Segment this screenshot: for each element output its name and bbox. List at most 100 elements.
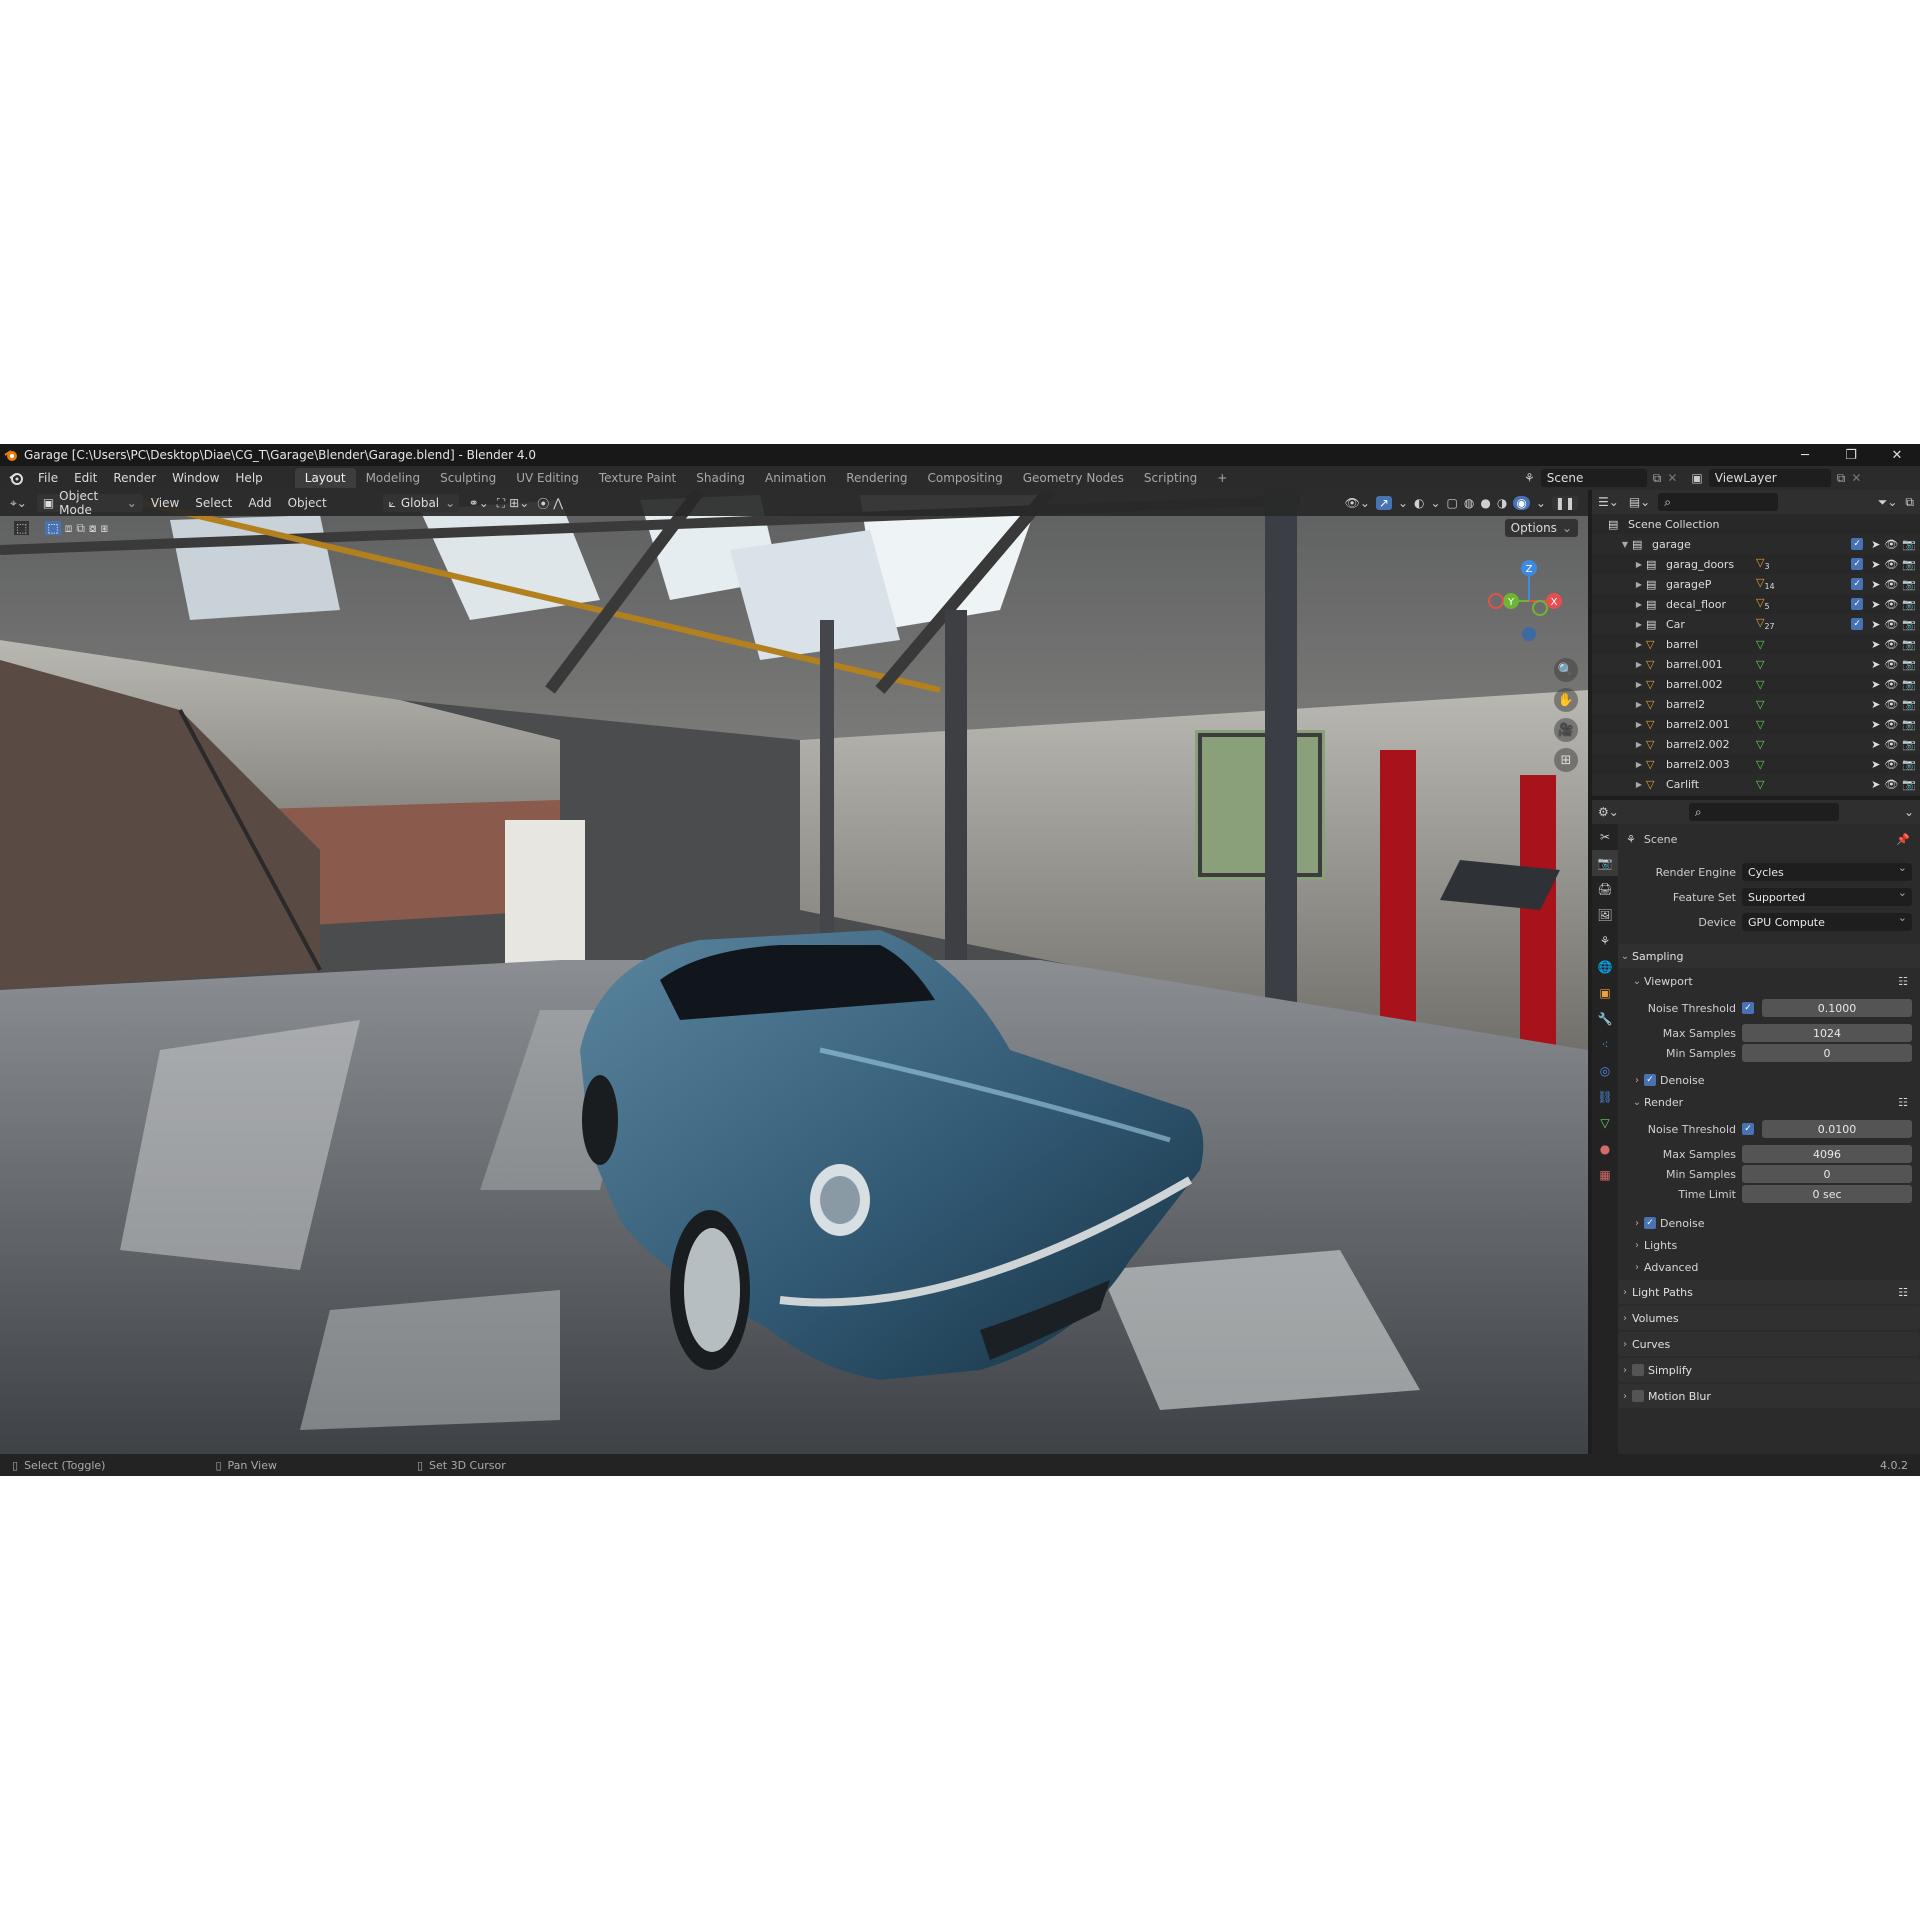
simplify-section[interactable]: › Simplify <box>1618 1358 1920 1382</box>
viewlayer-icon[interactable]: ▣ <box>1691 471 1702 485</box>
expand-arrow-icon[interactable]: ▶ <box>1632 760 1646 769</box>
tab-texture-paint[interactable]: Texture Paint <box>589 468 686 488</box>
viewport-menu-select[interactable]: Select <box>187 496 240 510</box>
render-camera-icon[interactable]: 📷 <box>1902 558 1916 571</box>
scene-icon[interactable]: ⚘ <box>1524 471 1535 485</box>
tab-rendering[interactable]: Rendering <box>836 468 917 488</box>
outliner-item-row[interactable]: ▶ ▽ barrel ▽ ➤ 👁 📷 <box>1592 634 1920 654</box>
chevron-down-icon[interactable]: ⌄ <box>1904 805 1914 819</box>
data-tab-icon[interactable]: ▽ <box>1592 1110 1618 1136</box>
select-tool-icon[interactable]: ⬚ <box>14 521 30 535</box>
feature-set-dropdown[interactable]: Supported <box>1742 886 1912 906</box>
modifier-tab-icon[interactable]: 🔧 <box>1592 1006 1618 1032</box>
expand-arrow-icon[interactable]: ▶ <box>1632 620 1646 629</box>
render-camera-icon[interactable]: 📷 <box>1902 638 1916 651</box>
menu-file[interactable]: File <box>30 471 66 485</box>
wireframe-shading-icon[interactable]: ◍ <box>1464 496 1474 510</box>
mesh-data-icon[interactable]: ▽ <box>1756 638 1764 651</box>
pan-hand-icon[interactable]: ✋ <box>1554 688 1578 712</box>
add-workspace-button[interactable]: + <box>1207 468 1237 488</box>
select-arrow-icon[interactable]: ➤ <box>1871 758 1880 771</box>
render-engine-dropdown[interactable]: Cycles <box>1742 861 1912 881</box>
expand-arrow-icon[interactable]: ▶ <box>1632 780 1646 789</box>
zoom-icon[interactable]: 🔍 <box>1554 658 1578 682</box>
select-new-icon[interactable]: ⬚ <box>45 521 61 535</box>
options-dropdown[interactable]: Options ⌄ <box>1504 519 1578 537</box>
tab-animation[interactable]: Animation <box>755 468 836 488</box>
xray-icon[interactable]: ▢ <box>1447 496 1458 510</box>
gizmo-neg-x[interactable] <box>1488 593 1504 609</box>
chevron-down-icon[interactable]: ⌄ <box>1536 496 1546 510</box>
outliner-item-row[interactable]: ▶ ▤ Car ▽27 ✓ ➤ 👁 📷 <box>1592 614 1920 634</box>
eye-icon[interactable]: 👁 <box>1884 738 1898 751</box>
render-camera-icon[interactable]: 📷 <box>1902 758 1916 771</box>
time-limit-field[interactable]: 0 sec <box>1742 1185 1912 1203</box>
expand-arrow-icon[interactable]: ▼ <box>1618 540 1632 549</box>
texture-tab-icon[interactable]: ▦ <box>1592 1162 1618 1188</box>
list-icon[interactable]: ☷ <box>1898 1286 1908 1299</box>
mesh-data-icon[interactable]: ▽ <box>1756 778 1764 791</box>
tab-sculpting[interactable]: Sculpting <box>430 468 506 488</box>
mesh-data-icon[interactable]: ▽ <box>1756 758 1764 771</box>
light-paths-section[interactable]: › Light Paths ☷ <box>1618 1280 1920 1304</box>
navigation-gizmo[interactable]: Z Y X <box>1484 556 1574 646</box>
blender-menu-icon[interactable] <box>8 470 24 486</box>
viewlayer-selector[interactable]: ViewLayer <box>1708 469 1831 487</box>
eye-icon[interactable]: 👁 <box>1884 538 1898 551</box>
world-tab-icon[interactable]: 🌐 <box>1592 954 1618 980</box>
device-dropdown[interactable]: GPU Compute <box>1742 911 1912 931</box>
scene-tab-icon[interactable]: ⚘ <box>1592 928 1618 954</box>
collection-garage-row[interactable]: ▼ ▤ garage ✓ ➤ 👁 📷 <box>1592 534 1920 554</box>
r-denoise-subsection[interactable]: › ✓ Denoise <box>1618 1212 1920 1234</box>
select-intersect-icon[interactable]: ⧆ <box>101 521 109 536</box>
solid-shading-icon[interactable]: ● <box>1480 496 1490 510</box>
outliner-item-row[interactable]: ▶ ▽ barrel2.002 ▽ ➤ 👁 📷 <box>1592 734 1920 754</box>
render-camera-icon[interactable]: 📷 <box>1902 578 1916 591</box>
properties-editor-icon[interactable]: ⚙⌄ <box>1598 805 1619 819</box>
list-icon[interactable]: ☷ <box>1898 975 1908 988</box>
select-arrow-icon[interactable]: ➤ <box>1871 578 1880 591</box>
select-arrow-icon[interactable]: ➤ <box>1871 538 1880 551</box>
exclude-checkbox[interactable]: ✓ <box>1851 597 1864 610</box>
noise-threshold-field[interactable]: 0.0100 <box>1762 1120 1912 1138</box>
pause-render-icon[interactable]: ❚❚ <box>1551 496 1578 510</box>
eye-icon[interactable]: 👁 <box>1884 578 1898 591</box>
exclude-checkbox[interactable]: ✓ <box>1851 557 1864 570</box>
exclude-checkbox[interactable]: ✓ <box>1851 577 1864 590</box>
noise-threshold-field[interactable]: 0.1000 <box>1762 999 1912 1017</box>
viewport-subsection[interactable]: ⌄ Viewport ☷ <box>1618 970 1920 992</box>
select-arrow-icon[interactable]: ➤ <box>1871 638 1880 651</box>
eye-icon[interactable]: 👁 <box>1884 718 1898 731</box>
render-camera-icon[interactable]: 📷 <box>1902 598 1916 611</box>
rendered-shading-icon[interactable]: ◉ <box>1513 496 1530 510</box>
exclude-checkbox[interactable]: ✓ <box>1851 537 1864 550</box>
list-icon[interactable]: ☷ <box>1898 1096 1908 1109</box>
expand-arrow-icon[interactable]: ▶ <box>1632 600 1646 609</box>
pin-icon[interactable]: 📌 <box>1896 833 1910 846</box>
particles-tab-icon[interactable]: ⁖ <box>1592 1032 1618 1058</box>
render-camera-icon[interactable]: 📷 <box>1902 658 1916 671</box>
child-mesh-icon[interactable]: ▽3 <box>1756 556 1770 571</box>
simplify-checkbox[interactable] <box>1632 1364 1644 1376</box>
select-arrow-icon[interactable]: ➤ <box>1871 598 1880 611</box>
select-arrow-icon[interactable]: ➤ <box>1871 658 1880 671</box>
select-arrow-icon[interactable]: ➤ <box>1871 678 1880 691</box>
mesh-data-icon[interactable]: ▽ <box>1756 738 1764 751</box>
close-button[interactable]: ✕ <box>1874 444 1920 466</box>
select-arrow-icon[interactable]: ➤ <box>1871 698 1880 711</box>
filter-icon[interactable]: ⏷⌄ <box>1878 495 1898 510</box>
child-mesh-icon[interactable]: ▽5 <box>1756 596 1770 611</box>
snap-grid-icon[interactable]: ⊞⌄ <box>509 496 529 510</box>
editor-type-icon[interactable]: ⌖⌄ <box>10 496 27 511</box>
constraints-tab-icon[interactable]: ⛓ <box>1592 1084 1618 1110</box>
render-subsection[interactable]: ⌄ Render ☷ <box>1618 1091 1920 1113</box>
tab-modeling[interactable]: Modeling <box>356 468 431 488</box>
outliner-editor-icon[interactable]: ☰⌄ <box>1598 495 1619 509</box>
viewport-menu-object[interactable]: Object <box>280 496 335 510</box>
chevron-down-icon[interactable]: ⌄ <box>1430 496 1440 510</box>
tab-compositing[interactable]: Compositing <box>917 468 1012 488</box>
render-camera-icon[interactable]: 📷 <box>1902 718 1916 731</box>
outliner-item-row[interactable]: ▶ ▤ decal_floor ▽5 ✓ ➤ 👁 📷 <box>1592 594 1920 614</box>
material-shading-icon[interactable]: ◑ <box>1497 496 1507 510</box>
menu-edit[interactable]: Edit <box>66 471 105 485</box>
